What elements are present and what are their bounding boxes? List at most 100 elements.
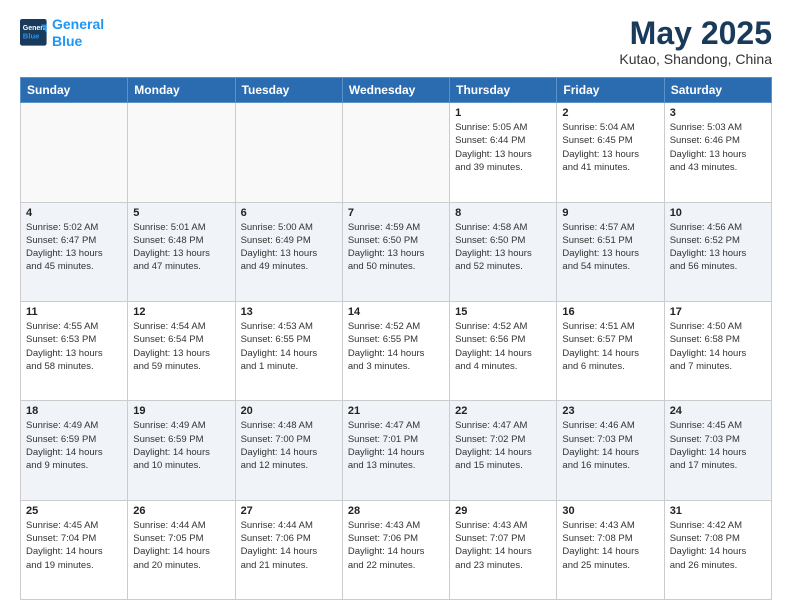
table-row: 20Sunrise: 4:48 AMSunset: 7:00 PMDayligh… bbox=[235, 401, 342, 500]
day-info: Sunrise: 4:54 AMSunset: 6:54 PMDaylight:… bbox=[133, 320, 229, 373]
day-number: 1 bbox=[455, 107, 551, 119]
col-thursday: Thursday bbox=[450, 78, 557, 103]
col-monday: Monday bbox=[128, 78, 235, 103]
col-sunday: Sunday bbox=[21, 78, 128, 103]
table-row: 1 Sunrise: 5:05 AMSunset: 6:44 PMDaylight… bbox=[450, 103, 557, 202]
table-row bbox=[235, 103, 342, 202]
day-info: Sunrise: 4:45 AMSunset: 7:03 PMDaylight:… bbox=[670, 419, 766, 472]
day-info: Sunrise: 4:43 AMSunset: 7:07 PMDaylight:… bbox=[455, 519, 551, 572]
day-number: 27 bbox=[241, 505, 337, 517]
day-number: 8 bbox=[455, 207, 551, 219]
day-info: Sunrise: 5:01 AMSunset: 6:48 PMDaylight:… bbox=[133, 221, 229, 274]
table-row: 15 Sunrise: 4:52 AMSunset: 6:56 PMDayligh… bbox=[450, 301, 557, 400]
table-row bbox=[342, 103, 449, 202]
table-row: 22 Sunrise: 4:47 AMSunset: 7:02 PMDayligh… bbox=[450, 401, 557, 500]
day-info: Sunrise: 4:43 AMSunset: 7:06 PMDaylight:… bbox=[348, 519, 444, 572]
table-row: 9Sunrise: 4:57 AMSunset: 6:51 PMDaylight… bbox=[557, 202, 664, 301]
calendar-header-row: Sunday Monday Tuesday Wednesday Thursday… bbox=[21, 78, 772, 103]
table-row: 18 Sunrise: 4:49 AMSunset: 6:59 PMDayligh… bbox=[21, 401, 128, 500]
day-number: 10 bbox=[670, 207, 766, 219]
day-number: 13 bbox=[241, 306, 337, 318]
col-wednesday: Wednesday bbox=[342, 78, 449, 103]
table-row: 13 Sunrise: 4:53 AMSunset: 6:55 PMDayligh… bbox=[235, 301, 342, 400]
calendar-week-row: 4Sunrise: 5:02 AMSunset: 6:47 PMDaylight… bbox=[21, 202, 772, 301]
table-row: 19 Sunrise: 4:49 AMSunset: 6:59 PMDayligh… bbox=[128, 401, 235, 500]
table-row: 11Sunrise: 4:55 AMSunset: 6:53 PMDayligh… bbox=[21, 301, 128, 400]
day-info: Sunrise: 4:47 AMSunset: 7:02 PMDaylight:… bbox=[455, 419, 551, 472]
day-number: 9 bbox=[562, 207, 658, 219]
table-row: 21 Sunrise: 4:47 AMSunset: 7:01 PMDayligh… bbox=[342, 401, 449, 500]
table-row: 25Sunrise: 4:45 AMSunset: 7:04 PMDayligh… bbox=[21, 500, 128, 599]
title-section: May 2025 Kutao, Shandong, China bbox=[619, 16, 772, 67]
day-number: 24 bbox=[670, 405, 766, 417]
table-row: 4Sunrise: 5:02 AMSunset: 6:47 PMDaylight… bbox=[21, 202, 128, 301]
day-number: 7 bbox=[348, 207, 444, 219]
day-info: Sunrise: 4:44 AMSunset: 7:05 PMDaylight:… bbox=[133, 519, 229, 572]
day-number: 5 bbox=[133, 207, 229, 219]
day-info: Sunrise: 4:49 AMSunset: 6:59 PMDaylight:… bbox=[133, 419, 229, 472]
day-number: 4 bbox=[26, 207, 122, 219]
day-number: 21 bbox=[348, 405, 444, 417]
day-info: Sunrise: 5:00 AMSunset: 6:49 PMDaylight:… bbox=[241, 221, 337, 274]
day-info: Sunrise: 4:50 AMSunset: 6:58 PMDaylight:… bbox=[670, 320, 766, 373]
day-number: 6 bbox=[241, 207, 337, 219]
table-row: 5 Sunrise: 5:01 AMSunset: 6:48 PMDaylight… bbox=[128, 202, 235, 301]
day-info: Sunrise: 4:49 AMSunset: 6:59 PMDaylight:… bbox=[26, 419, 122, 472]
day-number: 19 bbox=[133, 405, 229, 417]
day-number: 26 bbox=[133, 505, 229, 517]
day-info: Sunrise: 5:04 AMSunset: 6:45 PMDaylight:… bbox=[562, 121, 658, 174]
table-row: 7 Sunrise: 4:59 AMSunset: 6:50 PMDaylight… bbox=[342, 202, 449, 301]
table-row: 31Sunrise: 4:42 AMSunset: 7:08 PMDayligh… bbox=[664, 500, 771, 599]
calendar-week-row: 18 Sunrise: 4:49 AMSunset: 6:59 PMDayligh… bbox=[21, 401, 772, 500]
day-number: 25 bbox=[26, 505, 122, 517]
calendar-week-row: 1 Sunrise: 5:05 AMSunset: 6:44 PMDaylight… bbox=[21, 103, 772, 202]
day-info: Sunrise: 5:05 AMSunset: 6:44 PMDaylight:… bbox=[455, 121, 551, 174]
day-info: Sunrise: 4:43 AMSunset: 7:08 PMDaylight:… bbox=[562, 519, 658, 572]
day-number: 15 bbox=[455, 306, 551, 318]
day-number: 12 bbox=[133, 306, 229, 318]
calendar-week-row: 11Sunrise: 4:55 AMSunset: 6:53 PMDayligh… bbox=[21, 301, 772, 400]
day-info: Sunrise: 4:52 AMSunset: 6:56 PMDaylight:… bbox=[455, 320, 551, 373]
table-row: 28 Sunrise: 4:43 AMSunset: 7:06 PMDayligh… bbox=[342, 500, 449, 599]
day-number: 11 bbox=[26, 306, 122, 318]
table-row: 10 Sunrise: 4:56 AMSunset: 6:52 PMDayligh… bbox=[664, 202, 771, 301]
logo: General Blue General Blue bbox=[20, 16, 104, 50]
header: General Blue General Blue May 2025 Kutao… bbox=[20, 16, 772, 67]
day-info: Sunrise: 4:59 AMSunset: 6:50 PMDaylight:… bbox=[348, 221, 444, 274]
calendar: Sunday Monday Tuesday Wednesday Thursday… bbox=[20, 77, 772, 600]
day-info: Sunrise: 4:46 AMSunset: 7:03 PMDaylight:… bbox=[562, 419, 658, 472]
day-number: 18 bbox=[26, 405, 122, 417]
table-row: 3 Sunrise: 5:03 AMSunset: 6:46 PMDaylight… bbox=[664, 103, 771, 202]
table-row: 29 Sunrise: 4:43 AMSunset: 7:07 PMDayligh… bbox=[450, 500, 557, 599]
day-number: 30 bbox=[562, 505, 658, 517]
day-number: 31 bbox=[670, 505, 766, 517]
day-number: 23 bbox=[562, 405, 658, 417]
day-number: 14 bbox=[348, 306, 444, 318]
day-info: Sunrise: 4:56 AMSunset: 6:52 PMDaylight:… bbox=[670, 221, 766, 274]
day-number: 22 bbox=[455, 405, 551, 417]
day-info: Sunrise: 4:58 AMSunset: 6:50 PMDaylight:… bbox=[455, 221, 551, 274]
table-row: 2Sunrise: 5:04 AMSunset: 6:45 PMDaylight… bbox=[557, 103, 664, 202]
table-row: 8 Sunrise: 4:58 AMSunset: 6:50 PMDaylight… bbox=[450, 202, 557, 301]
day-info: Sunrise: 4:52 AMSunset: 6:55 PMDaylight:… bbox=[348, 320, 444, 373]
day-number: 29 bbox=[455, 505, 551, 517]
table-row: 26 Sunrise: 4:44 AMSunset: 7:05 PMDayligh… bbox=[128, 500, 235, 599]
day-number: 3 bbox=[670, 107, 766, 119]
table-row: 12 Sunrise: 4:54 AMSunset: 6:54 PMDayligh… bbox=[128, 301, 235, 400]
day-info: Sunrise: 5:03 AMSunset: 6:46 PMDaylight:… bbox=[670, 121, 766, 174]
page: General Blue General Blue May 2025 Kutao… bbox=[0, 0, 792, 612]
col-tuesday: Tuesday bbox=[235, 78, 342, 103]
day-number: 17 bbox=[670, 306, 766, 318]
col-saturday: Saturday bbox=[664, 78, 771, 103]
table-row bbox=[21, 103, 128, 202]
day-number: 28 bbox=[348, 505, 444, 517]
col-friday: Friday bbox=[557, 78, 664, 103]
table-row: 24 Sunrise: 4:45 AMSunset: 7:03 PMDayligh… bbox=[664, 401, 771, 500]
logo-text: General Blue bbox=[52, 16, 104, 50]
month-year: May 2025 bbox=[619, 16, 772, 51]
svg-text:Blue: Blue bbox=[23, 31, 40, 40]
table-row: 14 Sunrise: 4:52 AMSunset: 6:55 PMDayligh… bbox=[342, 301, 449, 400]
day-info: Sunrise: 4:53 AMSunset: 6:55 PMDaylight:… bbox=[241, 320, 337, 373]
table-row: 16Sunrise: 4:51 AMSunset: 6:57 PMDayligh… bbox=[557, 301, 664, 400]
day-info: Sunrise: 4:47 AMSunset: 7:01 PMDaylight:… bbox=[348, 419, 444, 472]
